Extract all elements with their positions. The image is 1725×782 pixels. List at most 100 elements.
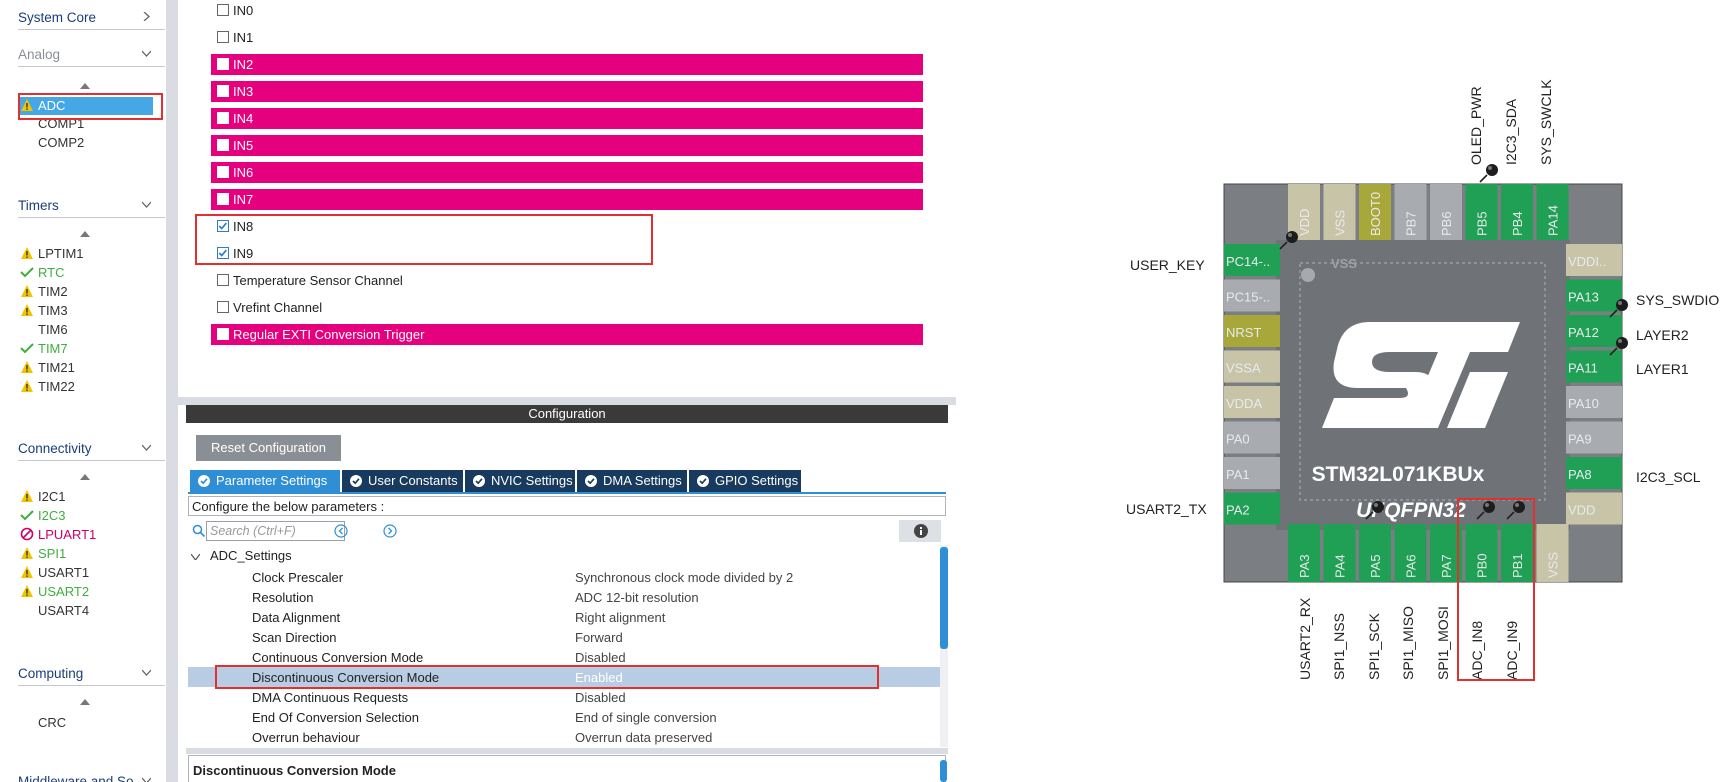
pinout-view[interactable]: VSS STM32L071KBUx UFQFPN32 VDD VSS BOOT0 PB… bbox=[960, 0, 1725, 782]
parameter-row[interactable]: Data Alignment Right alignment bbox=[188, 607, 940, 627]
channel-checkbox[interactable] bbox=[217, 193, 229, 205]
reset-configuration-button[interactable]: Reset Configuration bbox=[196, 435, 341, 461]
category-middleware[interactable]: Middleware and So... bbox=[18, 772, 165, 782]
tab-user-constants[interactable]: User Constants bbox=[342, 470, 463, 492]
channel-checkbox[interactable] bbox=[217, 4, 229, 16]
parameter-row[interactable]: Resolution ADC 12-bit resolution bbox=[188, 587, 940, 607]
channel-checkbox[interactable] bbox=[217, 301, 229, 313]
tab-dma-settings[interactable]: DMA Settings bbox=[577, 470, 687, 492]
sidebar-item-tim2[interactable]: TIM2 bbox=[20, 283, 160, 301]
channel-row[interactable]: IN9 bbox=[211, 243, 923, 264]
scroll-up-icon[interactable] bbox=[80, 699, 90, 705]
sidebar-item-tim21[interactable]: TIM21 bbox=[20, 359, 160, 377]
channel-checkbox[interactable] bbox=[217, 139, 229, 151]
tab-nvic-settings[interactable]: NVIC Settings bbox=[465, 470, 575, 492]
sidebar-item-tim3[interactable]: TIM3 bbox=[20, 302, 160, 320]
parameter-name: Continuous Conversion Mode bbox=[252, 650, 424, 665]
parameter-row[interactable]: Clock Prescaler Synchronous clock mode di… bbox=[188, 567, 940, 587]
parameter-row[interactable]: Continuous Conversion Mode Disabled bbox=[188, 647, 940, 667]
parameter-value[interactable]: Right alignment bbox=[575, 610, 665, 625]
sidebar-item-adc[interactable]: ADC bbox=[20, 97, 153, 115]
parameter-row[interactable]: Overrun behaviour Overrun data preserved bbox=[188, 727, 940, 747]
channel-checkbox[interactable] bbox=[217, 31, 229, 43]
sidebar-item-comp2[interactable]: COMP2 bbox=[20, 134, 160, 152]
sidebar-item-i2c3[interactable]: I2C3 bbox=[20, 507, 160, 525]
sidebar-item-lpuart1[interactable]: LPUART1 bbox=[20, 526, 160, 544]
panel-splitter[interactable] bbox=[178, 397, 956, 405]
sidebar: System Core Analog ADC COMP1 COMP2 Timer… bbox=[0, 0, 165, 782]
channel-label: IN6 bbox=[233, 165, 254, 180]
channel-row[interactable]: IN4 bbox=[211, 108, 923, 129]
parameter-row[interactable]: Scan Direction Forward bbox=[188, 627, 940, 647]
scroll-up-icon[interactable] bbox=[80, 83, 90, 89]
sidebar-item-tim6[interactable]: TIM6 bbox=[20, 321, 160, 339]
category-connectivity[interactable]: Connectivity bbox=[18, 439, 165, 461]
category-timers[interactable]: Timers bbox=[18, 196, 165, 218]
sidebar-item-lptim1[interactable]: LPTIM1 bbox=[20, 245, 160, 263]
sidebar-divider[interactable] bbox=[166, 0, 178, 782]
parameter-description: Discontinuous Conversion Mode bbox=[188, 755, 946, 782]
parameter-row[interactable]: Discontinuous Conversion Mode Enabled bbox=[188, 667, 940, 687]
sidebar-item-crc[interactable]: CRC bbox=[20, 714, 160, 732]
category-analog[interactable]: Analog bbox=[18, 45, 165, 67]
description-splitter[interactable] bbox=[186, 748, 948, 754]
channel-row[interactable]: IN3 bbox=[211, 81, 923, 102]
pushpin-icon bbox=[1479, 164, 1498, 183]
sidebar-item-spi1[interactable]: SPI1 bbox=[20, 545, 160, 563]
pin-label: PA13 bbox=[1568, 290, 1599, 305]
parameter-value[interactable]: Enabled bbox=[575, 670, 623, 685]
category-computing[interactable]: Computing bbox=[18, 664, 165, 686]
channel-row[interactable]: IN5 bbox=[211, 135, 923, 156]
sidebar-item-usart1[interactable]: USART1 bbox=[20, 564, 160, 582]
sidebar-item-comp1[interactable]: COMP1 bbox=[20, 115, 160, 133]
channel-checkbox[interactable] bbox=[217, 58, 229, 70]
search-prev-icon[interactable] bbox=[334, 524, 348, 538]
channel-checkbox[interactable] bbox=[217, 85, 229, 97]
parameter-value[interactable]: Forward bbox=[575, 630, 623, 645]
tab-gpio-settings[interactable]: GPIO Settings bbox=[689, 470, 801, 492]
tab-parameter-settings[interactable]: Parameter Settings bbox=[190, 470, 340, 492]
channel-checkbox[interactable] bbox=[217, 112, 229, 124]
scroll-up-icon[interactable] bbox=[80, 474, 90, 480]
sidebar-item-rtc[interactable]: RTC bbox=[20, 264, 160, 282]
parameter-value[interactable]: Disabled bbox=[575, 650, 626, 665]
channel-row[interactable]: IN6 bbox=[211, 162, 923, 183]
channel-checkbox[interactable] bbox=[217, 166, 229, 178]
channel-row[interactable]: Temperature Sensor Channel bbox=[211, 270, 923, 291]
parameter-value[interactable]: ADC 12-bit resolution bbox=[575, 590, 699, 605]
parameter-value[interactable]: Synchronous clock mode divided by 2 bbox=[575, 570, 793, 585]
channel-checkbox[interactable] bbox=[217, 274, 229, 286]
channel-row[interactable]: IN2 bbox=[211, 54, 923, 75]
sidebar-item-usart4[interactable]: USART4 bbox=[20, 602, 160, 620]
parameter-scrollbar[interactable] bbox=[940, 545, 948, 747]
scrollbar-thumb[interactable] bbox=[940, 547, 948, 649]
channel-row[interactable]: Vrefint Channel bbox=[211, 297, 923, 318]
parameter-value[interactable]: End of single conversion bbox=[575, 710, 717, 725]
search-next-icon[interactable] bbox=[383, 524, 397, 538]
channel-checkbox[interactable] bbox=[217, 220, 229, 232]
sidebar-item-i2c1[interactable]: I2C1 bbox=[20, 488, 160, 506]
channel-row[interactable]: Regular EXTI Conversion Trigger bbox=[211, 324, 923, 345]
description-scrollbar[interactable] bbox=[940, 760, 947, 782]
pin-label: PA14 bbox=[1546, 205, 1561, 236]
scroll-up-icon[interactable] bbox=[80, 231, 90, 237]
channel-row[interactable]: IN8 bbox=[211, 216, 923, 237]
sidebar-item-usart2[interactable]: USART2 bbox=[20, 583, 160, 601]
parameter-name: DMA Continuous Requests bbox=[252, 690, 409, 705]
channel-checkbox[interactable] bbox=[217, 328, 229, 340]
channel-checkbox[interactable] bbox=[217, 247, 229, 259]
search-input[interactable]: Search (Ctrl+F) bbox=[206, 521, 345, 541]
channel-row[interactable]: IN7 bbox=[211, 189, 923, 210]
parameter-value[interactable]: Overrun data preserved bbox=[575, 730, 712, 745]
pin-label: PA5 bbox=[1368, 554, 1383, 578]
channel-row[interactable]: IN0 bbox=[211, 0, 923, 21]
info-button[interactable] bbox=[899, 520, 941, 542]
parameter-row[interactable]: End Of Conversion Selection End of single… bbox=[188, 707, 940, 727]
sidebar-item-tim22[interactable]: TIM22 bbox=[20, 378, 160, 396]
parameter-value[interactable]: Disabled bbox=[575, 690, 626, 705]
check-circle-icon bbox=[585, 475, 597, 487]
channel-row[interactable]: IN1 bbox=[211, 27, 923, 48]
category-system-core[interactable]: System Core bbox=[18, 8, 165, 30]
sidebar-item-tim7[interactable]: TIM7 bbox=[20, 340, 160, 358]
parameter-row[interactable]: DMA Continuous Requests Disabled bbox=[188, 687, 940, 707]
